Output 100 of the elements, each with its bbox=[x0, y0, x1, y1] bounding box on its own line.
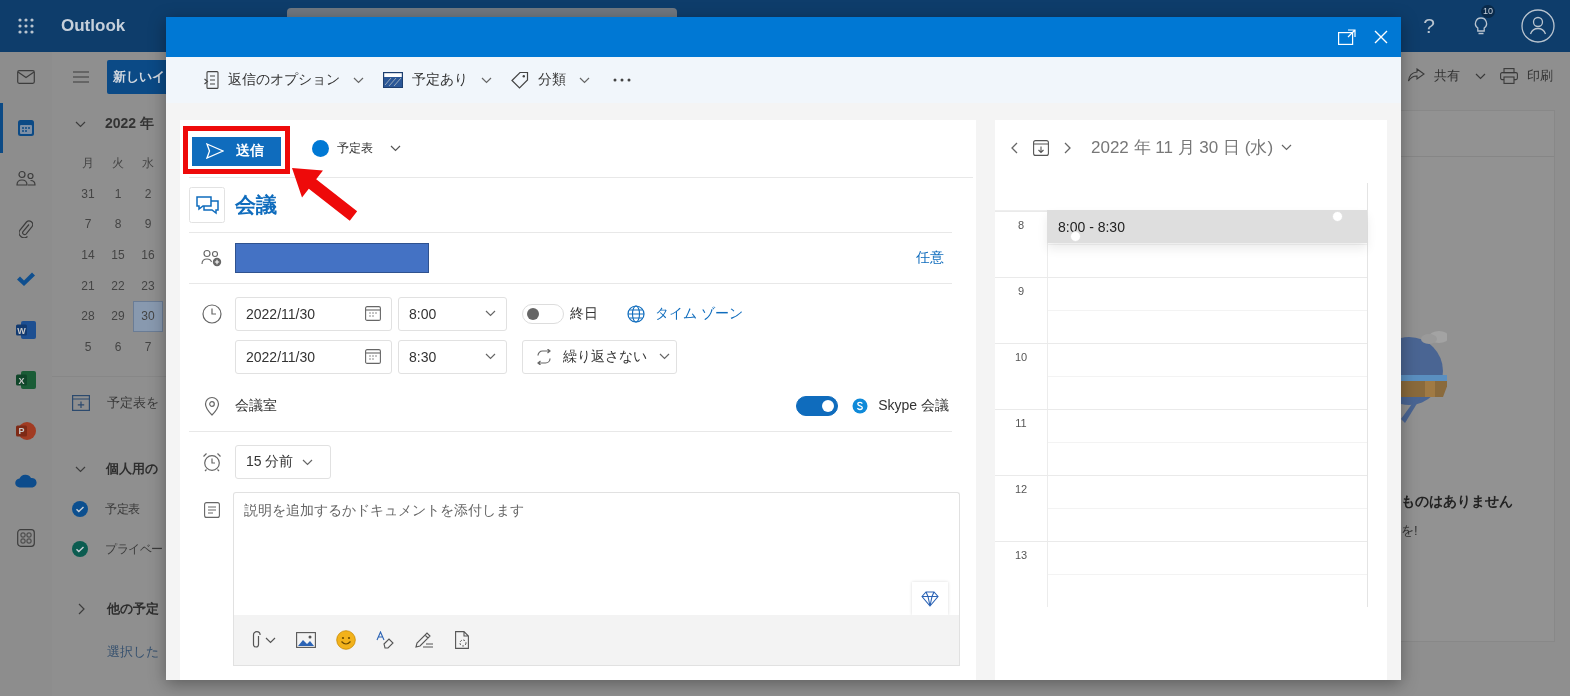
chevron-down-icon bbox=[265, 636, 276, 644]
send-icon bbox=[206, 143, 224, 159]
app-launcher-icon[interactable] bbox=[18, 18, 34, 34]
calendar-group[interactable]: 他の予定 bbox=[107, 600, 159, 619]
calendar-day[interactable]: 15 bbox=[103, 239, 133, 271]
date-field[interactable]: 2022/11/30 bbox=[235, 296, 392, 331]
calendar-icon bbox=[365, 349, 381, 364]
event-time: 8:00 - 8:30 bbox=[1057, 218, 1125, 235]
calendar-day[interactable]: 28 bbox=[73, 300, 103, 332]
premium-button[interactable] bbox=[912, 582, 948, 615]
share-button[interactable]: 共有 bbox=[1407, 67, 1486, 85]
pop-out-icon[interactable] bbox=[1338, 29, 1356, 45]
calendar-day[interactable]: 5 bbox=[73, 331, 103, 363]
notification-badge: 10 bbox=[1481, 5, 1495, 18]
resize-handle[interactable] bbox=[1070, 231, 1081, 242]
online-meeting-toggle[interactable] bbox=[796, 396, 839, 416]
weekday-label: 火 bbox=[111, 154, 125, 172]
toolbar-button[interactable]: 返信のオプション bbox=[204, 71, 364, 89]
month-label: 2022 年 bbox=[105, 115, 155, 133]
attach-button[interactable] bbox=[251, 631, 276, 649]
calendar-day[interactable]: 22 bbox=[103, 270, 133, 301]
checkbox-icon[interactable] bbox=[72, 541, 88, 558]
hour-label: 12 bbox=[1013, 482, 1029, 497]
calendar-day[interactable]: 21 bbox=[73, 270, 103, 301]
event-block[interactable]: 8:00 - 8:30 bbox=[1047, 210, 1367, 243]
app-name: Outlook bbox=[61, 16, 126, 36]
date-picker-button[interactable]: 2022 年 11 月 30 日 (水) bbox=[1091, 136, 1293, 159]
cloud-icon bbox=[15, 474, 37, 489]
calendar-day[interactable]: 8 bbox=[103, 209, 133, 240]
time-dropdown[interactable]: 8:30 bbox=[398, 339, 507, 374]
new-event-button[interactable]: 新しいイ bbox=[107, 60, 169, 94]
calendar-day[interactable]: 1 bbox=[103, 178, 133, 210]
hour-label: 8 bbox=[1016, 218, 1026, 233]
all-day-label: 終日 bbox=[570, 304, 598, 323]
more-button[interactable] bbox=[613, 78, 631, 82]
calendar-day[interactable]: 16 bbox=[133, 239, 163, 271]
previous-icon[interactable] bbox=[1011, 141, 1018, 154]
optional-attendees-link[interactable]: 任意 bbox=[916, 249, 944, 267]
avatar-icon[interactable] bbox=[1521, 9, 1555, 43]
format-painter-icon[interactable] bbox=[376, 631, 394, 649]
calendar-name[interactable]: プライベー bbox=[105, 540, 163, 558]
chevron-down-icon bbox=[579, 76, 590, 84]
event-title[interactable]: 会議 bbox=[235, 191, 277, 219]
calendar-day[interactable]: 7 bbox=[133, 331, 163, 363]
chevron-down-icon bbox=[1475, 72, 1486, 80]
calendar-name[interactable]: 予定表 bbox=[105, 500, 140, 518]
lightbulb-icon[interactable] bbox=[1473, 16, 1489, 36]
next-icon[interactable] bbox=[1064, 141, 1071, 154]
description-field[interactable]: 説明を追加するかドキュメントを添付します bbox=[233, 492, 960, 582]
close-icon[interactable] bbox=[1374, 30, 1388, 44]
help-button[interactable]: ? bbox=[1423, 14, 1435, 38]
checkmark-icon bbox=[16, 272, 36, 287]
pen-icon[interactable] bbox=[414, 631, 434, 649]
nav-rail-item[interactable]: W bbox=[0, 304, 52, 355]
weekday-label: 月 bbox=[81, 154, 95, 172]
search-field[interactable] bbox=[287, 8, 678, 17]
calendar-day[interactable]: 31 bbox=[73, 178, 103, 210]
calendar-day[interactable]: 2 bbox=[133, 178, 163, 210]
checkbox-icon[interactable] bbox=[72, 501, 88, 518]
calendar-link[interactable]: 選択した bbox=[107, 643, 166, 662]
calendar-day[interactable]: 29 bbox=[103, 300, 133, 332]
time-dropdown[interactable]: 8:00 bbox=[398, 296, 507, 331]
chevron-down-icon bbox=[390, 145, 401, 152]
all-day-toggle[interactable] bbox=[522, 303, 564, 324]
add-calendar-link[interactable]: 予定表を bbox=[107, 394, 159, 413]
nav-rail-item[interactable]: X bbox=[0, 355, 52, 406]
calendar-day[interactable]: 30 bbox=[133, 300, 163, 332]
resize-handle[interactable] bbox=[1332, 211, 1343, 222]
toolbar-button[interactable]: 分類 bbox=[511, 71, 590, 89]
calendar-day[interactable]: 6 bbox=[103, 331, 133, 363]
weekday-label: 水 bbox=[141, 154, 155, 172]
emoji-icon[interactable] bbox=[336, 630, 356, 650]
document-icon[interactable] bbox=[454, 631, 470, 649]
more-icon bbox=[613, 78, 631, 82]
location-field[interactable]: 会議室 bbox=[235, 397, 277, 415]
time-zone-link[interactable]: タイム ゾーン bbox=[627, 304, 743, 323]
date-field[interactable]: 2022/11/30 bbox=[235, 339, 392, 374]
image-icon[interactable] bbox=[296, 632, 316, 648]
powerpoint-icon: P bbox=[16, 420, 36, 441]
repeat-icon bbox=[535, 348, 553, 365]
today-icon[interactable] bbox=[1033, 139, 1049, 156]
calendar-day[interactable]: 7 bbox=[73, 209, 103, 240]
calendar-group[interactable]: 個人用の bbox=[106, 460, 158, 479]
printer-icon bbox=[1500, 68, 1518, 84]
people-icon bbox=[16, 170, 36, 187]
hour-label: 11 bbox=[1014, 416, 1028, 431]
add-calendar-icon bbox=[72, 395, 90, 412]
empty-state-text: を! bbox=[1401, 522, 1419, 540]
send-button[interactable]: 送信 bbox=[192, 136, 281, 166]
nav-rail-item[interactable]: P bbox=[0, 405, 52, 456]
repeat-dropdown[interactable]: 繰り返さない bbox=[522, 339, 677, 374]
chevron-down-icon bbox=[485, 353, 496, 360]
toolbar-button[interactable]: 予定あり bbox=[383, 71, 492, 89]
print-button[interactable]: 印刷 bbox=[1500, 67, 1553, 85]
calendar-dropdown[interactable]: 予定表 bbox=[312, 140, 401, 157]
calendar-day[interactable]: 23 bbox=[133, 270, 163, 301]
calendar-day[interactable]: 14 bbox=[73, 239, 103, 271]
reminder-dropdown[interactable]: 15 分前 bbox=[235, 445, 331, 479]
calendar-day[interactable]: 9 bbox=[133, 209, 163, 240]
chevron-down-icon bbox=[659, 353, 670, 360]
